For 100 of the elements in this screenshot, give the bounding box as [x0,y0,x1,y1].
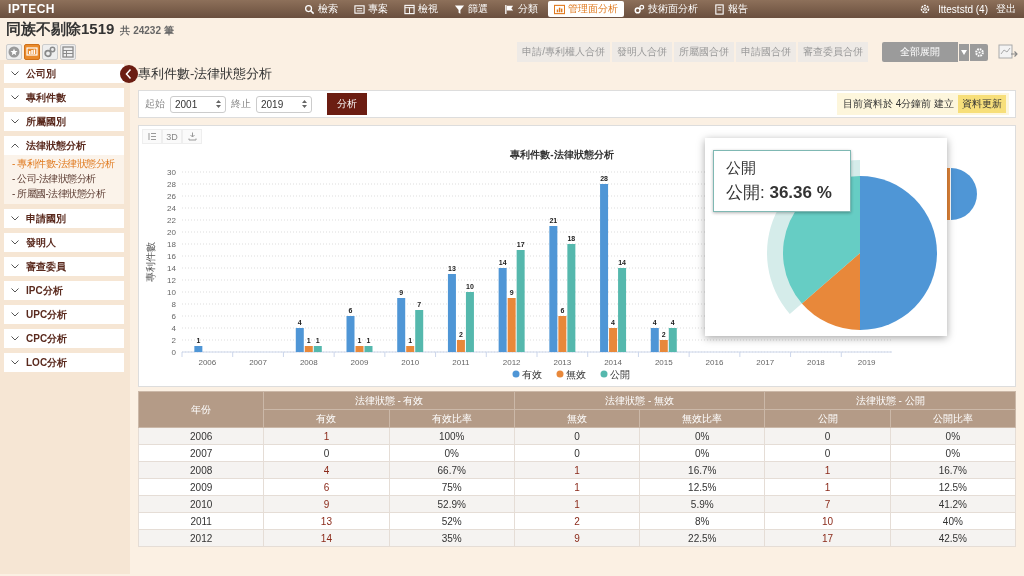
axis-tick-label: 20 [167,228,176,237]
gears-icon [44,46,56,58]
column-group-header: 法律狀態 - 無效 [514,391,765,410]
caret-button[interactable] [959,43,969,61]
page-heading: 同族不剔除1519 [6,20,115,39]
star-icon [8,46,20,58]
3d-button[interactable]: 3D [162,129,182,144]
legend-item[interactable]: 有效 [512,369,542,380]
axis-tick-label: 2015 [654,358,673,367]
axis-tick-label: 24 [167,204,176,213]
axis-tick-label: 22 [167,216,176,225]
nav-tab[interactable]: 篩選 [448,1,494,17]
column-group-header: 法律狀態 - 有效 [263,391,515,410]
chevron-icon [11,360,19,365]
record-count: 共 24232 筆 [120,24,174,38]
tooltip-title: 公開 [726,159,757,178]
tooltip-value: 公開: 36.36 % [726,182,833,204]
search-icon [305,4,315,14]
axis-tick-label: 4 [171,324,176,333]
logout-link[interactable]: 登出 [996,2,1016,16]
settings-icon [974,47,984,57]
axis-tick-label: 2018 [807,358,825,367]
axis-tick-label: 2012 [502,358,521,367]
chevron-icon [11,119,19,124]
axis-tick-label: 2008 [299,358,318,367]
axis-tick-label: 2014 [604,358,622,367]
axis-tick-label: 26 [167,192,176,201]
export-icon[interactable] [998,44,1018,59]
data-status-text: 目前資料於 4分鐘前 建立 [842,97,954,111]
refresh-button[interactable]: 資料更新 [958,95,1006,113]
chevron-icon [11,95,19,100]
end-label: 終止 [231,97,251,111]
filter-icon [454,4,465,14]
nav-tab[interactable]: 技術面分析 [628,1,704,17]
chevron-icon [11,71,19,76]
chevron-icon [11,216,19,221]
axis-tick-label: 2017 [756,358,775,367]
start-year-select[interactable]: 2001 [170,95,226,113]
legend-label: 無效 [566,369,586,380]
chevron-icon [11,288,19,293]
axis-tick-label: 18 [167,240,176,249]
chart-icon [554,4,565,14]
axis-tick-label: 2016 [705,358,724,367]
legend-item[interactable]: 公開 [600,369,630,380]
caret-icon [961,49,967,55]
axis-tick-label: 28 [167,180,176,189]
nav-tab[interactable]: 檢視 [398,1,444,17]
axis-tick-label: 6 [171,312,176,321]
end-year-select[interactable]: 2019 [256,95,312,113]
axis-tick-label: 2010 [401,358,420,367]
axis-tick-label: 16 [167,252,176,261]
section-title: 專利件數-法律狀態分析 [138,65,274,83]
sidebar-subitem[interactable]: - 公司-法律狀態分析 [12,172,124,186]
legend-label: 公開 [610,369,630,380]
settings-icon[interactable] [920,4,929,14]
column-group-header: 法律狀態 - 公開 [764,391,1016,410]
axis-tick-label: 2013 [553,358,572,367]
chart-icon [26,47,38,56]
analyze-button[interactable]: 分析 [327,93,367,115]
axis-tick-label: 12 [167,276,176,285]
column-header: 年份 [138,391,264,428]
settings-button[interactable] [970,43,988,61]
chart-title: 專利件數-法律狀態分析 [510,149,614,160]
download-button[interactable] [182,129,202,144]
chevron-icon [11,336,19,341]
spinner-arrows-icon [302,100,307,108]
small-pie-drawing [947,168,977,220]
nav-tab[interactable]: 專案 [348,1,394,17]
nav-tab[interactable]: 分類 [498,1,544,17]
axis-tick-label: 30 [167,168,176,177]
collapse-sidebar-icon[interactable] [120,65,138,83]
list-button[interactable] [142,129,162,144]
start-label: 起始 [145,97,165,111]
nav-tab[interactable]: 報告 [708,1,754,17]
user-name[interactable]: ltteststd (4) [938,3,988,15]
axis-tick-label: 2006 [198,358,217,367]
axis-tick-label: 2019 [857,358,876,367]
axis-tick-label: 2011 [452,358,470,367]
download-icon [188,132,196,141]
axis-tick-label: 14 [167,264,176,273]
axis-tick-label: 2007 [249,358,267,367]
sidebar-subitem[interactable]: - 所屬國-法律狀態分析 [12,187,124,201]
logo[interactable]: IPTECH [8,2,298,16]
legend-item[interactable]: 無效 [556,369,586,380]
legend-label: 有效 [522,369,542,380]
window-icon [404,4,415,14]
gears-icon [634,4,645,14]
axis-tick-label: 8 [171,300,176,309]
nav-tab[interactable]: 檢索 [298,1,344,17]
bar [194,346,203,352]
axis-tick-label: 10 [167,288,176,297]
axis-tick-label: 2 [171,336,176,345]
axis-tick-label: 2009 [350,358,369,367]
table-icon [62,46,74,58]
axis-tick-label: 0 [171,348,176,357]
y-axis-title: 專利件數 [145,242,156,282]
chevron-icon [11,312,19,317]
chevron-icon [11,240,19,245]
document-icon [715,3,724,15]
list-icon [148,132,156,141]
